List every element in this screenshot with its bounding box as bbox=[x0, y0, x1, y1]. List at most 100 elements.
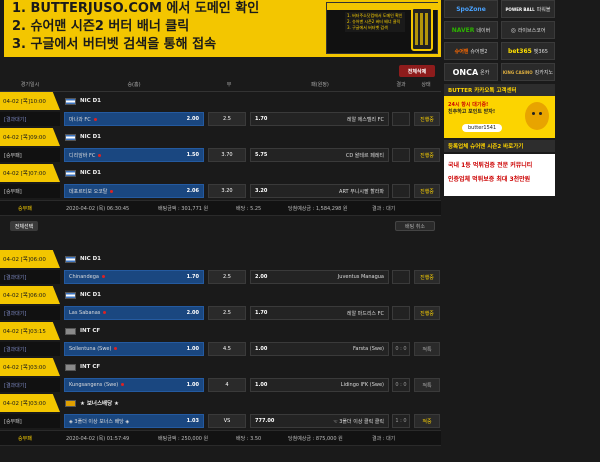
draw-pick-button[interactable]: VS bbox=[208, 414, 246, 428]
match-datetime: 04-02 [목]03:00 bbox=[0, 358, 60, 376]
draw-pick-button[interactable]: 3.20 bbox=[208, 184, 246, 198]
draw-pick-button[interactable]: 2.5 bbox=[208, 306, 246, 320]
red-dot-icon bbox=[121, 383, 125, 386]
away-pick-button[interactable]: 5.75 CD 왈테르 페레티 bbox=[250, 148, 389, 162]
home-pick-button[interactable]: Kungsangens (Swe) 1.00 bbox=[64, 378, 204, 392]
link-sureman[interactable]: 슈어맨 슈어맨2 bbox=[444, 42, 498, 60]
home-odds: 1.03 bbox=[186, 418, 199, 424]
home-odds: 1.00 bbox=[186, 346, 199, 352]
away-pick-button[interactable]: 1.70 레알 마드리스 FC bbox=[250, 306, 389, 320]
link-livescore[interactable]: ◎ 라이브스코어 bbox=[501, 21, 555, 39]
home-odds: 2.06 bbox=[186, 188, 199, 194]
match-datetime: 04-02 [목]06:00 bbox=[0, 250, 60, 268]
game-row: [결과대기] Chinandega 1.70 2.5 2.00 Juventus… bbox=[0, 268, 441, 286]
link-naver[interactable]: NAVER 네이버 bbox=[444, 21, 498, 39]
league-name: NIC D1 bbox=[80, 98, 101, 104]
match-datetime: 04-02 [목]06:00 bbox=[0, 286, 60, 304]
home-team: ◈ 3폴더 이상 보너스 배당 ◈ bbox=[69, 418, 130, 425]
col-result: 결과 bbox=[396, 82, 406, 88]
link-spozone[interactable]: SpoZone bbox=[444, 0, 498, 18]
status-badge: 적특 bbox=[414, 342, 440, 356]
partner-line-1: 국내 1등 먹튀검증 전문 커뮤니티 bbox=[448, 162, 533, 169]
link-onca[interactable]: ONCA 온카 bbox=[444, 63, 498, 81]
home-pick-button[interactable]: 데포르티보 오코탈 2.06 bbox=[64, 184, 204, 198]
league-row: 04-02 [목]03:00 ★ 보너스배당 ★ bbox=[0, 394, 441, 412]
game-row: [결과대기] 마나과 FC 2.00 2.5 1.70 레알 에스텔리 FC 진… bbox=[0, 110, 441, 128]
home-team: Chinandega bbox=[69, 274, 105, 280]
away-pick-button[interactable]: 1.00 Lidingo IFK (Swe) bbox=[250, 378, 389, 392]
summary-date: 2020-04-02 (목) 01:57:49 bbox=[66, 435, 130, 442]
bet-slip: 04-02 [목]06:00 NIC D1 [결과대기] Chinandega … bbox=[0, 250, 441, 446]
summary-bet-amount: 배팅금액 : 250,000 원 bbox=[158, 435, 209, 442]
away-team: 레알 마드리스 FC bbox=[346, 310, 384, 317]
away-team: 레알 에스텔리 FC bbox=[346, 116, 384, 123]
league-row: 04-02 [목]10:00 NIC D1 bbox=[0, 92, 441, 110]
home-team: Las Sabanas bbox=[69, 310, 107, 316]
spozone-logo: SpoZone bbox=[456, 5, 486, 13]
league-row: 04-02 [목]03:15 INT CF bbox=[0, 322, 441, 340]
home-pick-button[interactable]: Chinandega 1.70 bbox=[64, 270, 204, 284]
league-row: 04-02 [목]03:00 INT CF bbox=[0, 358, 441, 376]
away-team: Juventus Managua bbox=[337, 274, 384, 280]
away-pick-button[interactable]: 1.70 레알 에스텔리 FC bbox=[250, 112, 389, 126]
away-odds: 5.75 bbox=[255, 152, 268, 158]
red-dot-icon bbox=[101, 275, 105, 278]
summary-result: 결과 : 대기 bbox=[372, 205, 396, 212]
league-name: NIC D1 bbox=[80, 256, 101, 262]
away-pick-button[interactable]: 777.00 ☜ 3폴더 이상 클릭 클릭 bbox=[250, 414, 389, 428]
summary-date: 2020-04-02 (목) 06:30:45 bbox=[66, 205, 130, 212]
col-home: 승(홈) bbox=[127, 82, 141, 88]
phone-illustration bbox=[411, 7, 433, 51]
home-pick-button[interactable]: 마나과 FC 2.00 bbox=[64, 112, 204, 126]
link-bet365[interactable]: bet365 벳365 bbox=[501, 42, 555, 60]
promo-banner[interactable]: 1. BUTTERJUSO.COM 에서 도메인 확인 2. 슈어맨 시즌2 버… bbox=[4, 0, 441, 57]
league-row: 04-02 [목]09:00 NIC D1 bbox=[0, 128, 441, 146]
status-badge: 진행중 bbox=[414, 112, 440, 126]
league-name: INT CF bbox=[80, 328, 101, 334]
bet-type: [승무패] bbox=[0, 414, 60, 428]
red-dot-icon bbox=[98, 153, 102, 157]
away-pick-button[interactable]: 1.00 Farsta (Swe) bbox=[250, 342, 389, 356]
country-flag-icon bbox=[65, 327, 76, 335]
draw-pick-button[interactable]: 4.5 bbox=[208, 342, 246, 356]
bet365-logo: bet365 bbox=[508, 47, 532, 55]
slip-summary: 승무패 2020-04-02 (목) 01:57:49 배팅금액 : 250,0… bbox=[0, 430, 441, 446]
home-pick-button[interactable]: 디리암바 FC 1.50 bbox=[64, 148, 204, 162]
summary-odds: 배당 : 3.50 bbox=[236, 435, 262, 442]
match-score bbox=[392, 270, 410, 284]
home-pick-button[interactable]: ◈ 3폴더 이상 보너스 배당 ◈ 1.03 bbox=[64, 414, 204, 428]
home-team: 마나과 FC bbox=[69, 116, 97, 123]
draw-pick-button[interactable]: 4 bbox=[208, 378, 246, 392]
status-badge: 진행중 bbox=[414, 270, 440, 284]
col-away: 패(원정) bbox=[311, 82, 329, 88]
home-team: Kungsangens (Swe) bbox=[69, 382, 125, 388]
delete-all-button[interactable]: 전체삭제 bbox=[399, 65, 435, 77]
kakao-banner[interactable]: 24시 항시 대기중! 친추하고 포인트 받자! butter1541 bbox=[444, 96, 555, 138]
link-powerball[interactable]: POWER BALL 파워볼 bbox=[501, 0, 555, 18]
draw-pick-button[interactable]: 2.5 bbox=[208, 112, 246, 126]
cancel-bet-button[interactable]: 배팅 취소 bbox=[395, 221, 435, 231]
away-pick-button[interactable]: 2.00 Juventus Managua bbox=[250, 270, 389, 284]
summary-type: 승무패 bbox=[18, 205, 32, 212]
banner-line-3: 3. 구글에서 버터벳 검색을 통해 접속 bbox=[12, 37, 217, 52]
side-panel: SpoZone POWER BALL 파워볼 NAVER 네이버 ◎ 라이브스코어 슈… bbox=[444, 0, 555, 196]
home-pick-button[interactable]: Las Sabanas 2.00 bbox=[64, 306, 204, 320]
status-badge: 진행중 bbox=[414, 184, 440, 198]
match-score bbox=[392, 306, 410, 320]
league-name: NIC D1 bbox=[80, 134, 101, 140]
home-pick-button[interactable]: Sollentuna (Swe) 1.00 bbox=[64, 342, 204, 356]
match-score bbox=[392, 148, 410, 162]
status-badge: 진행중 bbox=[414, 148, 440, 162]
league-row: 04-02 [목]06:00 NIC D1 bbox=[0, 250, 441, 268]
away-pick-button[interactable]: 3.20 ART 무니시팔 할라파 bbox=[250, 184, 389, 198]
match-score bbox=[392, 184, 410, 198]
league-name: INT CF bbox=[80, 364, 101, 370]
summary-odds: 배당 : 5.25 bbox=[236, 205, 262, 212]
select-all-button[interactable]: 전체선택 bbox=[10, 221, 38, 231]
king-casino-label: 킹카지노 bbox=[534, 69, 554, 76]
away-odds: 1.00 bbox=[255, 346, 268, 352]
draw-pick-button[interactable]: 2.5 bbox=[208, 270, 246, 284]
partner-banner[interactable]: 국내 1등 먹튀검증 전문 커뮤니티 인증업체 먹튀보증 최대 3천만원 bbox=[444, 154, 555, 196]
link-king-casino[interactable]: KING CASINO 킹카지노 bbox=[501, 63, 555, 81]
draw-pick-button[interactable]: 3.70 bbox=[208, 148, 246, 162]
